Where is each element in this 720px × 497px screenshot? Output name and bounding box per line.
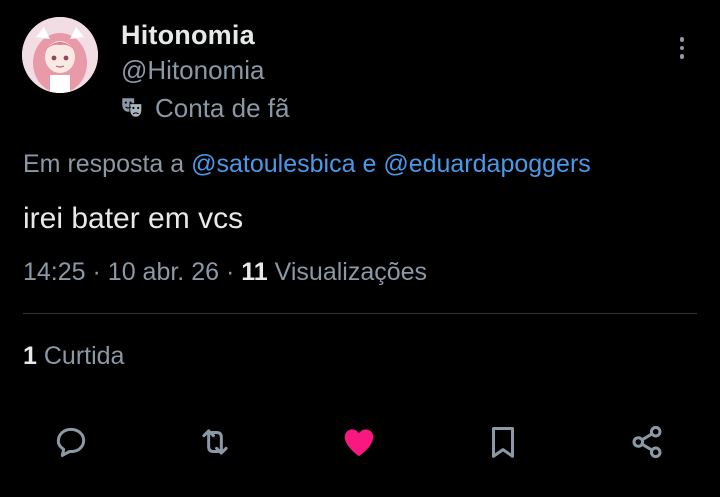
- reply-icon: [56, 427, 86, 457]
- likes-label: Curtida: [43, 342, 125, 370]
- likes-summary[interactable]: 1 Curtida: [23, 342, 124, 371]
- tweet-time[interactable]: 14:25: [23, 258, 86, 286]
- reply-context: Em resposta a @satoulesbica e @eduardapo…: [23, 150, 591, 179]
- share-button[interactable]: [625, 420, 669, 464]
- author-display-name[interactable]: Hitonomia: [121, 20, 255, 51]
- bookmark-icon: [491, 427, 515, 458]
- retweet-button[interactable]: [193, 420, 237, 464]
- author-handle[interactable]: @Hitonomia: [121, 55, 264, 86]
- theater-masks-icon: [119, 95, 145, 121]
- reply-prefix: Em resposta a: [23, 150, 185, 178]
- tweet-meta: 14:25 · 10 abr. 26 · 11 Visualizações: [23, 258, 427, 287]
- views-label: Visualizações: [274, 258, 428, 286]
- meta-separator: ·: [92, 258, 101, 286]
- meta-separator: ·: [225, 258, 235, 286]
- avatar[interactable]: [22, 17, 98, 93]
- tweet-text: irei bater em vcs: [23, 202, 244, 235]
- like-button[interactable]: [337, 420, 381, 464]
- divider: [23, 313, 697, 314]
- retweet-icon: [202, 429, 228, 455]
- tweet-date[interactable]: 10 abr. 26: [108, 258, 219, 286]
- reply-conjunction: e: [362, 150, 377, 178]
- like-icon: [344, 429, 374, 457]
- account-label: Conta de fã: [119, 92, 289, 124]
- share-icon: [632, 425, 662, 459]
- reply-button[interactable]: [49, 420, 93, 464]
- likes-count: 1: [23, 342, 37, 370]
- views-count: 11: [241, 258, 268, 286]
- mention-link-eduardapoggers[interactable]: @eduardapoggers: [383, 150, 590, 178]
- mention-link-satoulesbica[interactable]: @satoulesbica: [191, 150, 355, 178]
- account-label-text: Conta de fã: [155, 92, 290, 123]
- avatar-image: [22, 17, 98, 93]
- more-options-icon[interactable]: [668, 34, 696, 62]
- bookmark-button[interactable]: [481, 420, 525, 464]
